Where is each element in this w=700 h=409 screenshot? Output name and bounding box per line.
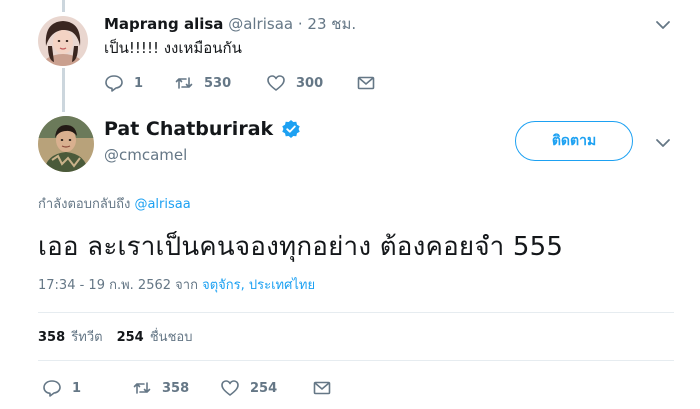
chevron-down-icon[interactable] bbox=[653, 15, 673, 35]
reply-icon bbox=[43, 380, 61, 397]
tweet-timestamp[interactable]: 17:34 - 19 ก.พ. 2562 จาก bbox=[38, 278, 198, 293]
reply-button[interactable]: 1 bbox=[104, 73, 174, 93]
tweet-meta: 17:34 - 19 ก.พ. 2562 จาก จตุจักร, ประเทศ… bbox=[38, 274, 315, 295]
main-author-handle[interactable]: @cmcamel bbox=[104, 146, 187, 164]
main-author-name-row: Pat Chatburirak bbox=[104, 118, 301, 140]
reply-text: เป็น!!!!! งงเหมือนกัน bbox=[104, 39, 242, 57]
tweet-text: เออ ละเราเป็นคนจองทุกอย่าง ต้องคอยจำ 555 bbox=[38, 232, 564, 262]
reply-header: Maprang alisa @alrisaa · 23 ชม. bbox=[104, 12, 356, 36]
tweet-location-link[interactable]: จตุจักร, ประเทศไทย bbox=[202, 278, 315, 293]
retweets-stat[interactable]: 358 รีทวีต bbox=[38, 326, 103, 347]
likes-stat-count: 254 bbox=[116, 330, 144, 345]
replying-to: กำลังตอบกลับถึง @alrisaa bbox=[38, 193, 191, 214]
like-button[interactable]: 254 bbox=[220, 378, 312, 398]
likes-stat[interactable]: 254 ชื่นชอบ bbox=[117, 326, 193, 347]
avatar-pat[interactable] bbox=[38, 116, 94, 172]
like-count: 254 bbox=[250, 380, 278, 396]
replying-to-prefix: กำลังตอบกลับถึง bbox=[38, 197, 131, 212]
retweet-count: 530 bbox=[204, 75, 232, 91]
reply-count: 1 bbox=[72, 380, 82, 396]
heart-icon bbox=[221, 380, 239, 396]
reply-author-name[interactable]: Maprang alisa bbox=[104, 15, 223, 33]
retweet-icon bbox=[175, 77, 193, 89]
reply-actions: 1 530 300 bbox=[104, 73, 376, 93]
reply-count: 1 bbox=[134, 75, 144, 91]
message-button[interactable] bbox=[312, 378, 332, 398]
like-button[interactable]: 300 bbox=[266, 73, 356, 93]
avatar-maprang[interactable] bbox=[38, 16, 88, 66]
retweet-button[interactable]: 530 bbox=[174, 73, 266, 93]
replying-to-handle-link[interactable]: @alrisaa bbox=[134, 197, 190, 212]
divider bbox=[38, 360, 674, 361]
retweets-stat-count: 358 bbox=[38, 330, 66, 345]
retweet-icon bbox=[133, 382, 151, 394]
reply-time[interactable]: · 23 ชม. bbox=[298, 15, 356, 33]
tweet-stats: 358 รีทวีต 254 ชื่นชอบ bbox=[38, 326, 206, 347]
reply-author-handle[interactable]: @alrisaa bbox=[228, 15, 293, 33]
chevron-down-icon[interactable] bbox=[653, 133, 673, 153]
reply-icon bbox=[105, 75, 123, 92]
thread-line-top bbox=[62, 0, 65, 12]
like-count: 300 bbox=[296, 75, 324, 91]
retweets-stat-label: รีทวีต bbox=[71, 330, 103, 345]
verified-badge-icon bbox=[282, 120, 300, 138]
divider bbox=[38, 312, 674, 313]
retweet-button[interactable]: 358 bbox=[132, 378, 220, 398]
main-actions: 1 358 254 bbox=[42, 378, 332, 398]
retweet-count: 358 bbox=[162, 380, 190, 396]
envelope-icon bbox=[313, 381, 331, 395]
likes-stat-label: ชื่นชอบ bbox=[149, 330, 193, 345]
reply-button[interactable]: 1 bbox=[42, 378, 132, 398]
follow-button[interactable]: ติดตาม bbox=[515, 121, 633, 161]
main-author-name[interactable]: Pat Chatburirak bbox=[104, 118, 273, 140]
envelope-icon bbox=[357, 76, 375, 90]
thread-line-middle bbox=[62, 68, 65, 112]
heart-icon bbox=[267, 75, 285, 91]
message-button[interactable] bbox=[356, 73, 376, 93]
